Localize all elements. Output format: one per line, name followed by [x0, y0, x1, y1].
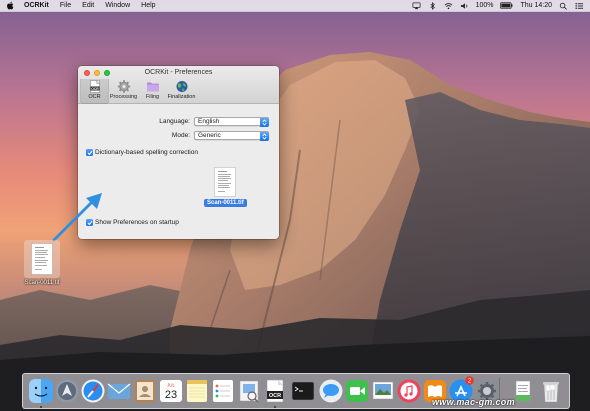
facetime-icon[interactable]	[345, 379, 369, 403]
battery-percent[interactable]: 100%	[476, 2, 494, 9]
drag-arrow-icon	[52, 193, 102, 242]
document-thumbnail-icon	[214, 167, 237, 197]
notes-icon[interactable]	[185, 379, 209, 403]
menu-help[interactable]: Help	[141, 2, 155, 9]
battery-icon[interactable]	[500, 2, 514, 9]
notification-center-icon[interactable]	[575, 2, 584, 10]
terminal-icon[interactable]	[291, 379, 315, 403]
preferences-toolbar: OCR OCR Processing Filing Finalization	[80, 79, 196, 104]
contacts-icon[interactable]	[133, 379, 157, 403]
globe-icon	[176, 81, 187, 92]
menu-file[interactable]: File	[60, 2, 71, 9]
language-value: English	[198, 118, 220, 125]
language-label: Language:	[159, 118, 190, 125]
folder-icon	[146, 82, 159, 92]
calendar-date: 23	[165, 389, 177, 401]
ocrkit-running-indicator	[274, 406, 276, 408]
popup-arrows-icon	[259, 131, 269, 141]
apple-menu-icon[interactable]	[6, 1, 14, 10]
airplay-icon[interactable]	[412, 1, 421, 10]
desktop-file-label: Scan-0011.tif	[24, 280, 60, 286]
svg-text:OCR: OCR	[91, 87, 99, 91]
preview-icon[interactable]	[237, 379, 261, 403]
spelling-correction-checkbox[interactable]	[86, 149, 93, 156]
document-thumbnail-icon	[31, 243, 53, 275]
tab-ocr-label: OCR	[88, 94, 101, 100]
mode-label: Mode:	[171, 132, 190, 139]
ocr-icon: OCR	[89, 80, 100, 93]
tab-finalization-label: Finalization	[167, 94, 196, 100]
clock[interactable]: Thu 14:20	[520, 2, 552, 9]
popup-arrows-icon	[259, 117, 269, 127]
menu-edit[interactable]: Edit	[82, 2, 94, 9]
window-title: OCRKit - Preferences	[144, 69, 213, 76]
tab-processing-label: Processing	[109, 94, 138, 100]
safari-icon[interactable]	[81, 379, 105, 403]
messages-icon[interactable]	[319, 379, 343, 403]
calendar-month: JUL	[167, 383, 175, 388]
window-titlebar[interactable]: OCRKit - Preferences OCR OCR Processing …	[78, 66, 279, 104]
desktop-file-selection	[24, 240, 60, 278]
desktop-file[interactable]: Scan-0011.tif	[20, 240, 64, 286]
tab-processing[interactable]: Processing	[109, 79, 138, 104]
menu-window[interactable]: Window	[105, 2, 130, 9]
wifi-icon[interactable]	[444, 2, 453, 10]
menu-app-ocrkit[interactable]: OCRKit	[24, 2, 49, 9]
preferences-window: OCRKit - Preferences OCR OCR Processing …	[78, 66, 279, 239]
calendar-icon[interactable]: JUL 23	[159, 379, 183, 403]
itunes-icon[interactable]	[397, 379, 421, 403]
tab-filing-label: Filing	[145, 94, 160, 100]
dropped-file-item[interactable]: Scan-0011.tif	[204, 167, 247, 207]
volume-icon[interactable]	[460, 2, 469, 10]
finder-running-indicator	[40, 406, 42, 408]
bluetooth-icon[interactable]	[428, 1, 437, 10]
menu-bar: OCRKit File Edit Window Help 100% Thu 14…	[0, 0, 590, 12]
tab-filing[interactable]: Filing	[138, 79, 167, 104]
spelling-correction-option[interactable]: Dictionary-based spelling correction	[86, 149, 198, 156]
watermark-text: www.mac-gm.com	[432, 397, 515, 407]
reminders-icon[interactable]	[211, 379, 235, 403]
mode-popup[interactable]: Generic	[194, 131, 269, 141]
gear-icon	[117, 80, 130, 93]
app-store-badge: 2	[465, 376, 474, 385]
tab-ocr[interactable]: OCR OCR	[80, 79, 109, 104]
ocrkit-dock-label: OCR	[269, 393, 281, 399]
tab-finalization[interactable]: Finalization	[167, 79, 196, 104]
photos-icon[interactable]	[371, 379, 395, 403]
ocrkit-icon[interactable]: OCR	[263, 379, 287, 403]
trash-icon[interactable]	[539, 379, 563, 403]
mode-value: Generic	[198, 132, 221, 139]
dropped-file-label: Scan-0011.tif	[204, 199, 247, 207]
ocr-preferences-pane: Language: English Mode: Generic Dictiona…	[78, 105, 279, 239]
spotlight-icon[interactable]	[559, 2, 568, 10]
mail-icon[interactable]	[107, 379, 131, 403]
launchpad-icon[interactable]	[55, 379, 79, 403]
spelling-correction-label: Dictionary-based spelling correction	[95, 149, 198, 156]
finder-icon[interactable]	[29, 379, 53, 403]
language-popup[interactable]: English	[194, 117, 269, 127]
